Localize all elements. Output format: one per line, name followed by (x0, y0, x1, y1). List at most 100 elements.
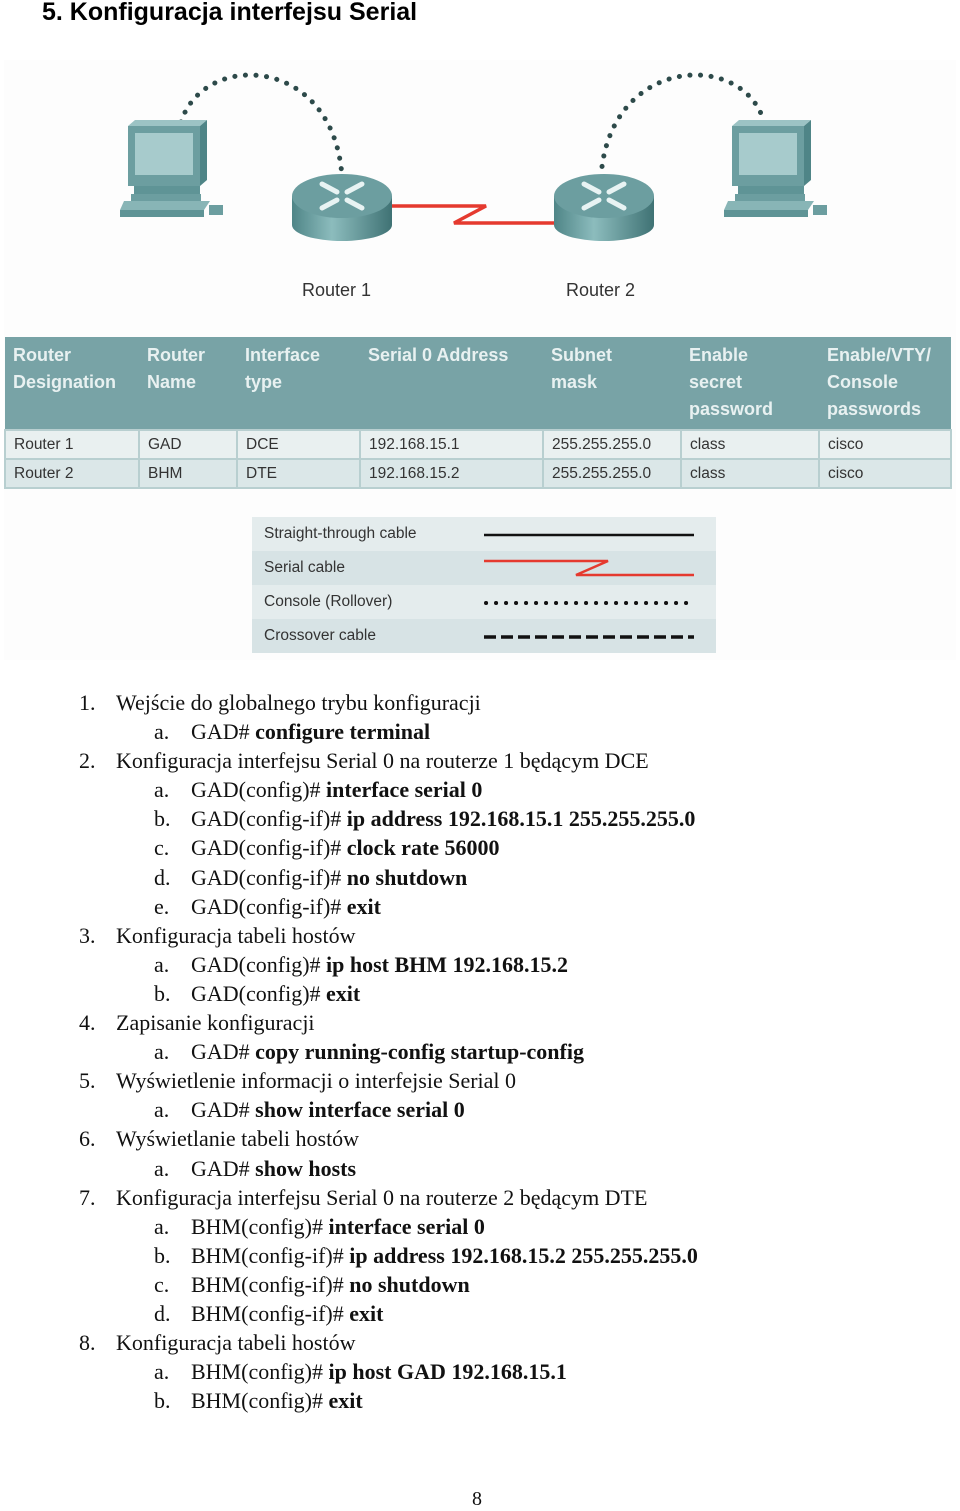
legend-item-console: Console (Rollover) (252, 585, 716, 619)
legend-item-straight: Straight-through cable (252, 517, 716, 551)
command-item: a. GAD# configure terminal (0, 717, 698, 746)
command-item: b. BHM(config)# exit (0, 1386, 698, 1415)
step-item: 1. Wejście do globalnego trybu konfigurac… (0, 688, 698, 746)
command-letter: b. (154, 1388, 171, 1414)
command-prompt: GAD# (191, 1097, 256, 1123)
step-item: 7. Konfiguracja interfejsu Serial 0 na ro… (0, 1183, 698, 1328)
crossover-line-icon (484, 635, 694, 639)
cell-mask: 255.255.255.0 (542, 458, 682, 489)
header-router-name: Router Name (139, 337, 237, 430)
step-title: Konfiguracja interfejsu Serial 0 na rout… (116, 1184, 648, 1210)
command-prompt: BHM(config-if)# (191, 1300, 350, 1326)
command-prompt: GAD(config-if)# (191, 835, 347, 861)
step-number: 2. (79, 748, 96, 774)
cell-designation: Router 2 (4, 458, 140, 489)
step-number: 1. (79, 690, 96, 715)
step-number: 5. (79, 1068, 96, 1094)
command-prompt: GAD(config-if)# (191, 893, 347, 919)
cell-name: BHM (138, 458, 238, 489)
command-item: c. BHM(config-if)# no shutdown (0, 1270, 698, 1299)
command-letter: a. (154, 1155, 170, 1181)
command-list: a. BHM(config)# interface serial 0 b. BHM(c… (0, 1212, 698, 1328)
command-item: b. GAD(config-if)# ip address 192.168.15.… (0, 804, 698, 833)
command-letter: a. (154, 1359, 170, 1385)
command-letter: e. (154, 893, 170, 919)
step-item: 8. Konfiguracja tabeli hostów a. BHM(config… (0, 1328, 698, 1415)
command-item: c. GAD(config-if)# clock rate 56000 (0, 833, 698, 862)
command-prompt: GAD(config)# (191, 777, 327, 803)
cell-passwords: cisco (818, 429, 952, 460)
step-title: Konfiguracja interfejsu Serial 0 na rout… (116, 748, 649, 774)
command-list: a. GAD# show hosts (0, 1154, 698, 1183)
header-router-designation: Router Designation (5, 337, 139, 430)
command-text: configure terminal (255, 719, 431, 745)
page-number: 8 (472, 1488, 482, 1510)
cell-address: 192.168.15.2 (359, 458, 544, 489)
command-item: a. GAD(config)# ip host BHM 192.168.15.2 (0, 950, 698, 979)
pc-1-icon (120, 120, 223, 217)
cell-mask: 255.255.255.0 (542, 429, 682, 460)
command-prompt: GAD# (191, 1039, 256, 1065)
cable-legend: Straight-through cable Serial cable Cons… (252, 517, 716, 653)
command-list: a. GAD(config)# ip host BHM 192.168.15.2 b… (0, 950, 698, 1008)
command-item: a. BHM(config)# interface serial 0 (0, 1212, 698, 1241)
command-item: d. BHM(config-if)# exit (0, 1299, 698, 1328)
cell-designation: Router 1 (4, 429, 140, 460)
cell-passwords: cisco (818, 458, 952, 489)
legend-item-serial: Serial cable (252, 551, 716, 585)
command-text: clock rate 56000 (346, 835, 500, 861)
serial-line-icon (484, 559, 694, 577)
command-letter: b. (154, 980, 171, 1006)
command-text: show hosts (255, 1155, 357, 1181)
table-header-row: Router Designation Router Name Interface ty… (5, 337, 951, 430)
command-letter: c. (154, 835, 170, 861)
cell-address: 192.168.15.1 (359, 429, 544, 460)
command-letter: a. (154, 1039, 170, 1065)
command-prompt: BHM(config-if)# (191, 1271, 350, 1297)
command-item: b. BHM(config-if)# ip address 192.168.15.… (0, 1241, 698, 1270)
command-letter: d. (154, 864, 171, 890)
legend-item-crossover: Crossover cable (252, 619, 716, 653)
command-prompt: GAD(config)# (191, 980, 327, 1006)
command-item: a. BHM(config)# ip host GAD 192.168.15.1 (0, 1357, 698, 1386)
cell-interface: DTE (236, 458, 361, 489)
command-text: ip host GAD 192.168.15.1 (328, 1359, 567, 1385)
command-text: no shutdown (349, 1271, 470, 1297)
router-2-icon (554, 174, 654, 241)
command-item: a. GAD# show hosts (0, 1154, 698, 1183)
command-item: e. GAD(config-if)# exit (0, 892, 698, 921)
command-prompt: BHM(config)# (191, 1359, 329, 1385)
command-text: ip address 192.168.15.1 255.255.255.0 (346, 806, 696, 832)
command-letter: a. (154, 1213, 170, 1239)
command-prompt: GAD(config-if)# (191, 806, 347, 832)
header-passwords: Enable/VTY/Console passwords (819, 337, 951, 430)
step-item: 4. Zapisanie konfiguracji a. GAD# copy runn… (0, 1008, 698, 1066)
router-2-label: Router 2 (566, 280, 636, 300)
step-item: 5. Wyświetlenie informacji o interfejsie … (0, 1066, 698, 1124)
command-item: a. GAD(config)# interface serial 0 (0, 775, 698, 804)
command-text: exit (328, 1388, 363, 1414)
step-title: Zapisanie konfiguracji (116, 1010, 315, 1036)
command-text: show interface serial 0 (255, 1097, 465, 1123)
command-item: a. GAD# show interface serial 0 (0, 1095, 698, 1124)
command-letter: b. (154, 806, 171, 832)
command-prompt: GAD# (191, 1155, 256, 1181)
step-number: 4. (79, 1010, 96, 1036)
step-number: 8. (79, 1330, 96, 1356)
header-subnet-mask: Subnet mask (543, 337, 681, 430)
pc-2-icon (724, 120, 827, 217)
command-text: exit (349, 1300, 384, 1326)
step-number: 7. (79, 1184, 96, 1210)
command-prompt: GAD# (191, 719, 256, 745)
step-title: Konfiguracja tabeli hostów (116, 922, 356, 948)
table-row: Router 2 BHM DTE 192.168.15.2 255.255.25… (4, 458, 952, 489)
command-list: a. GAD# show interface serial 0 (0, 1095, 698, 1124)
header-interface-type: Interface type (237, 337, 360, 430)
console-line-icon (484, 601, 696, 605)
step-number: 3. (79, 922, 96, 948)
cell-interface: DCE (236, 429, 361, 460)
command-letter: d. (154, 1300, 171, 1326)
header-enable-secret: Enable secret password (681, 337, 819, 430)
command-item: d. GAD(config-if)# no shutdown (0, 863, 698, 892)
straight-through-line-icon (484, 533, 694, 537)
